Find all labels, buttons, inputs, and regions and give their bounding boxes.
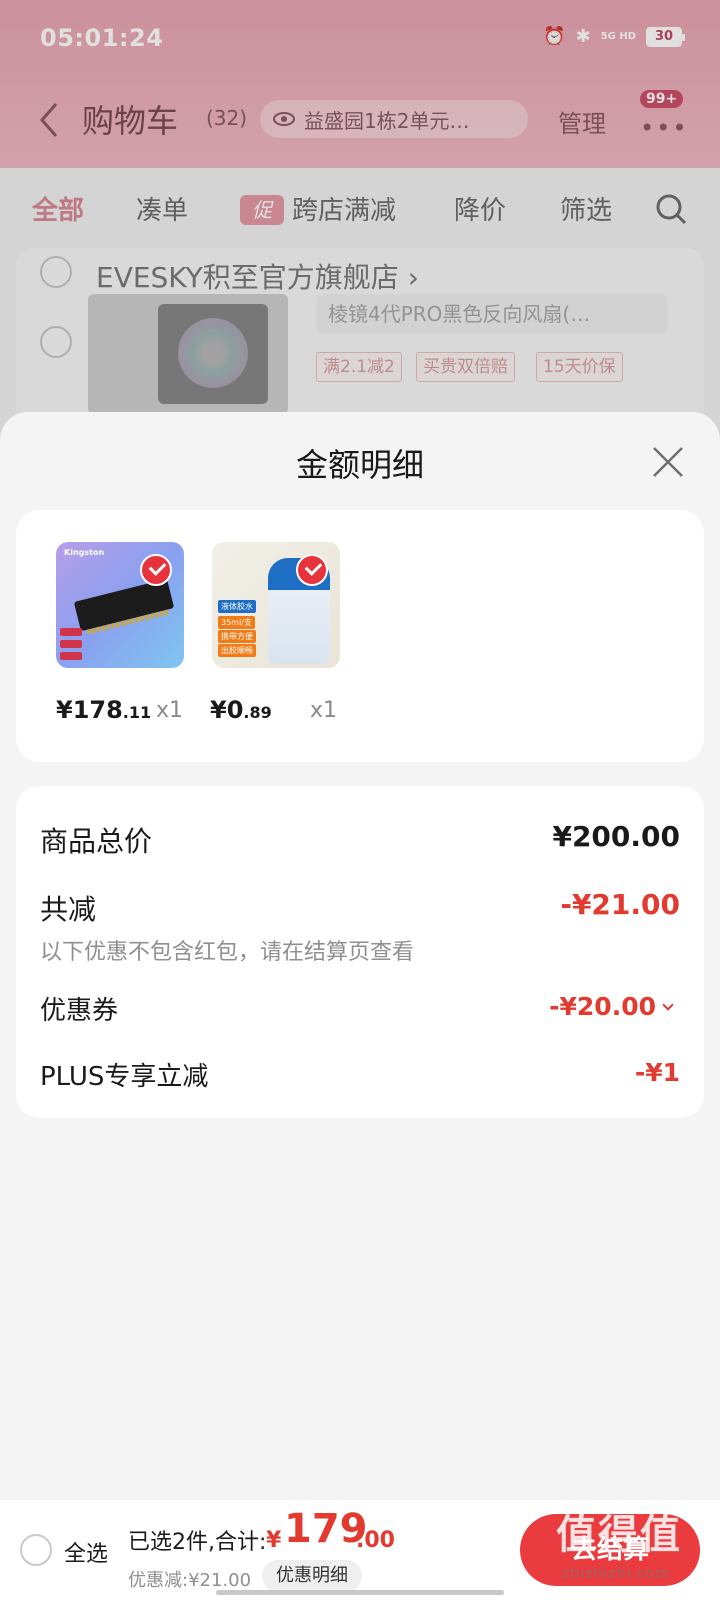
select-all-label[interactable]: 全选 bbox=[64, 1536, 108, 1568]
subtotal-value: ¥200.00 bbox=[552, 820, 680, 853]
plus-label: PLUS专享立减 bbox=[40, 1062, 209, 1092]
coupon-label: 优惠券 bbox=[40, 996, 119, 1026]
item-price-dec: .89 bbox=[243, 703, 272, 722]
price-summary-card: 商品总价 ¥200.00 共减 -¥21.00 以下优惠不包含红包，请在结算页查… bbox=[16, 786, 704, 1118]
brand-logo: Kingston bbox=[64, 548, 105, 557]
item-price-dec: .11 bbox=[122, 703, 152, 722]
product-tag: 出胶顺畅 bbox=[218, 644, 256, 657]
item-thumbnail[interactable]: 液体胶水 35ml/支 携带方便 出胶顺畅 bbox=[212, 542, 340, 668]
item-price: ¥0.89 bbox=[210, 696, 272, 724]
discount-detail-button[interactable]: 优惠明细 bbox=[262, 1560, 362, 1592]
coupon-value: -¥20.00 bbox=[549, 992, 656, 1021]
item-thumbnail[interactable]: Kingston bbox=[56, 542, 184, 668]
total-currency: ¥ bbox=[266, 1528, 282, 1553]
checkout-bar: 全选 已选2件,合计: ¥ 179 .00 优惠减:¥21.00 优惠明细 去结… bbox=[0, 1500, 720, 1600]
reduction-note: 以下优惠不包含红包，请在结算页查看 bbox=[40, 940, 415, 965]
coupon-row[interactable]: -¥20.00 bbox=[549, 992, 674, 1021]
label-decor bbox=[60, 640, 82, 648]
total-amount: 179 bbox=[284, 1506, 368, 1552]
product-tag: 液体胶水 bbox=[218, 600, 256, 613]
product-tag: 35ml/支 bbox=[218, 616, 255, 629]
item-price-int: ¥178 bbox=[56, 696, 123, 724]
select-all-radio[interactable] bbox=[20, 1534, 52, 1566]
discount-summary: 优惠减:¥21.00 bbox=[128, 1570, 252, 1591]
checkout-button[interactable]: 去结算 bbox=[520, 1514, 700, 1586]
chevron-down-icon bbox=[662, 999, 674, 1011]
close-icon[interactable] bbox=[648, 442, 688, 482]
total-decimal: .00 bbox=[356, 1528, 395, 1553]
selected-items-card: Kingston 液体胶水 35ml/支 携带方便 出胶顺畅 ¥178.11 x… bbox=[16, 510, 704, 762]
checked-icon bbox=[140, 554, 172, 586]
ram-module-image bbox=[73, 578, 175, 632]
reduction-value: -¥21.00 bbox=[560, 888, 680, 921]
product-tag: 携带方便 bbox=[218, 630, 256, 643]
item-quantity: x1 bbox=[310, 698, 338, 723]
item-price-int: ¥0 bbox=[210, 696, 244, 724]
price-detail-sheet: 金额明细 Kingston 液体胶水 35ml/支 携带方便 出胶顺畅 ¥178… bbox=[0, 412, 720, 1600]
subtotal-label: 商品总价 bbox=[40, 825, 153, 858]
item-quantity: x1 bbox=[156, 698, 184, 723]
checked-icon bbox=[296, 554, 328, 586]
label-decor bbox=[60, 628, 82, 636]
label-decor bbox=[60, 652, 82, 660]
sheet-title: 金额明细 bbox=[295, 446, 424, 484]
plus-value: -¥1 bbox=[634, 1058, 680, 1087]
item-price: ¥178.11 bbox=[56, 696, 151, 724]
reduction-label: 共减 bbox=[40, 893, 97, 926]
selected-count: 已选2件,合计: bbox=[128, 1530, 267, 1555]
home-indicator[interactable] bbox=[216, 1590, 504, 1595]
